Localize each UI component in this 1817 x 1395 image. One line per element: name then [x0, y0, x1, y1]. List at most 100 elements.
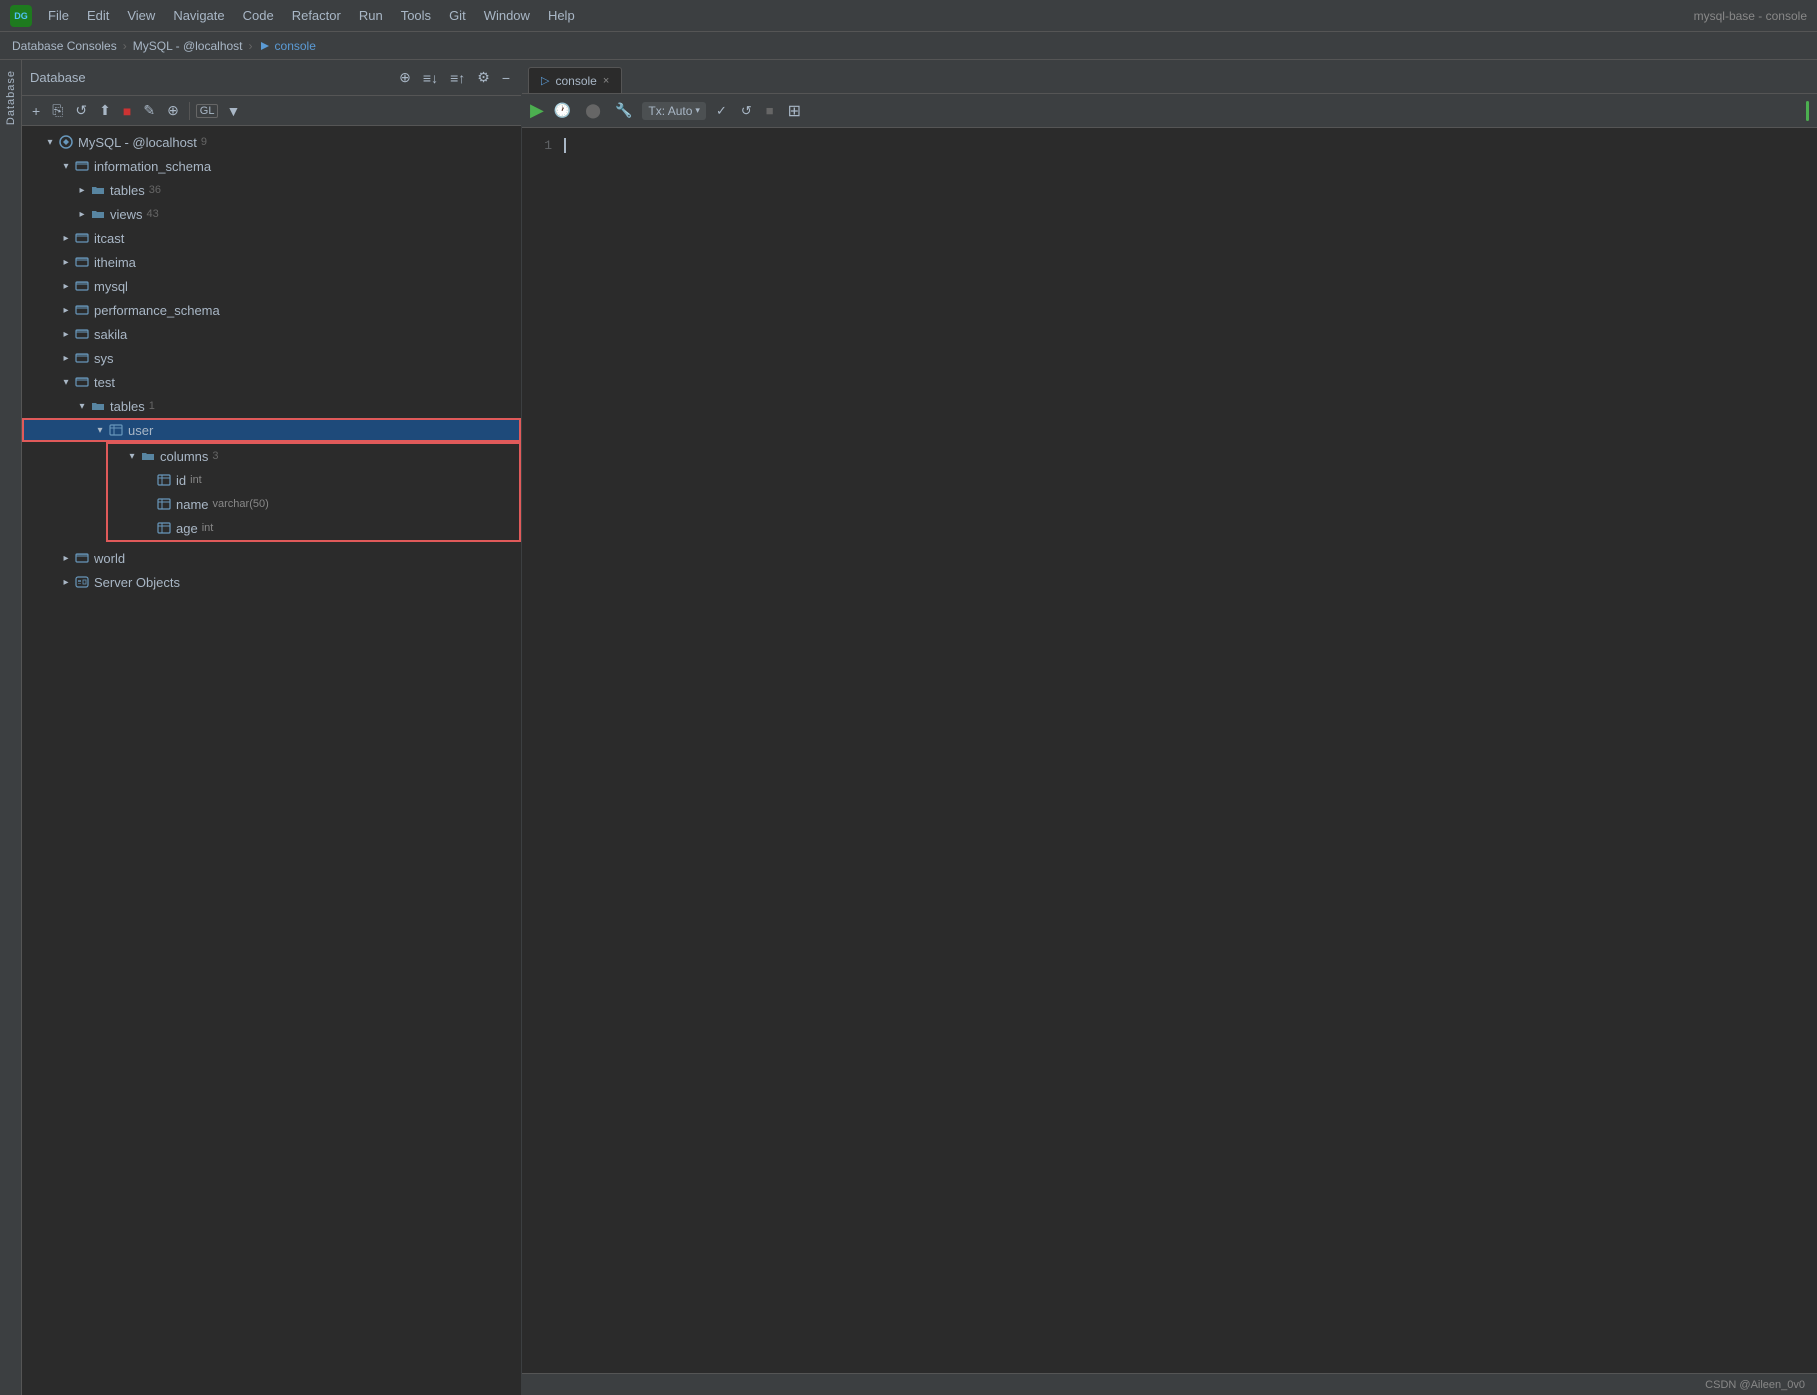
- breadcrumb-item-2[interactable]: MySQL - @localhost: [133, 39, 243, 53]
- link-btn[interactable]: ⊕: [163, 101, 183, 120]
- menu-edit[interactable]: Edit: [79, 6, 117, 25]
- menu-view[interactable]: View: [119, 6, 163, 25]
- menu-git[interactable]: Git: [441, 6, 474, 25]
- edit-btn[interactable]: ✎: [139, 101, 159, 120]
- tree-item-mysql[interactable]: mysql: [22, 274, 521, 298]
- run-button[interactable]: ▶: [530, 100, 544, 121]
- add-datasource-btn[interactable]: ⊕: [396, 68, 414, 87]
- database-tab-label: Database: [5, 70, 17, 125]
- expand-sys[interactable]: [58, 350, 74, 366]
- menu-run[interactable]: Run: [351, 6, 391, 25]
- filter-btn[interactable]: ▼: [222, 102, 244, 120]
- expand-sakila[interactable]: [58, 326, 74, 342]
- menu-navigate[interactable]: Navigate: [165, 6, 232, 25]
- menu-code[interactable]: Code: [235, 6, 282, 25]
- jump-to-btn[interactable]: ⬆: [95, 101, 115, 120]
- expand-mysql[interactable]: [58, 278, 74, 294]
- menu-window[interactable]: Window: [476, 6, 538, 25]
- expand-itcast[interactable]: [58, 230, 74, 246]
- expand-server-objects[interactable]: [58, 574, 74, 590]
- settings-btn[interactable]: ⚙: [474, 68, 493, 87]
- tree-item-itcast[interactable]: itcast: [22, 226, 521, 250]
- tree-item-sakila[interactable]: sakila: [22, 322, 521, 346]
- user-row-container: user 表: [22, 418, 521, 442]
- folder-icon-tables: [90, 182, 106, 198]
- tab-close-btn[interactable]: ×: [603, 75, 609, 87]
- tx-dropdown[interactable]: Tx: Auto ▾: [642, 102, 706, 120]
- collapse-all-btn[interactable]: ≡↓: [420, 69, 441, 87]
- db-icon-mysql: [74, 278, 90, 294]
- vertical-database-tab[interactable]: Database: [0, 60, 22, 1395]
- toolbar-sep: [189, 102, 190, 120]
- tree-item-col-id[interactable]: id int: [108, 468, 519, 492]
- tree-item-itheima[interactable]: itheima: [22, 250, 521, 274]
- expand-performance[interactable]: [58, 302, 74, 318]
- folder-icon-test-tables: [90, 398, 106, 414]
- panel-actions: ⊕ ≡↓ ≡↑ ⚙ −: [396, 68, 513, 87]
- sys-label: sys: [94, 351, 114, 366]
- db-icon-test: [74, 374, 90, 390]
- menu-tools[interactable]: Tools: [393, 6, 439, 25]
- title-bar: DG File Edit View Navigate Code Refactor…: [0, 0, 1817, 32]
- table-view-btn[interactable]: ⊞: [784, 99, 805, 123]
- code-editor[interactable]: 1: [522, 128, 1817, 1395]
- tree-item-test-tables[interactable]: tables 1: [22, 394, 521, 418]
- menu-file[interactable]: File: [40, 6, 77, 25]
- expand-mysql-root[interactable]: [42, 134, 58, 150]
- clock-btn[interactable]: 🕐: [550, 100, 575, 121]
- expand-info-schema[interactable]: [58, 158, 74, 174]
- stop-query-btn[interactable]: ⬤: [581, 100, 605, 121]
- console-icon: [259, 40, 271, 52]
- col-age-type: int: [202, 522, 214, 534]
- cancel-btn[interactable]: ■: [762, 101, 778, 120]
- wrench-btn[interactable]: 🔧: [611, 100, 636, 121]
- expand-columns[interactable]: [124, 448, 140, 464]
- new-query-btn[interactable]: +: [28, 102, 44, 120]
- expand-user[interactable]: [92, 422, 108, 438]
- tree-item-col-name[interactable]: name varchar(50): [108, 492, 519, 516]
- mysql-root-count: 9: [201, 136, 207, 148]
- tree-item-server-objects[interactable]: Server Objects: [22, 570, 521, 594]
- expand-test-tables[interactable]: [74, 398, 90, 414]
- tree-item-columns[interactable]: columns 3: [108, 444, 519, 468]
- col-name-label: name: [176, 497, 209, 512]
- info-schema-label: information_schema: [94, 159, 211, 174]
- tree-item-info-tables[interactable]: tables 36: [22, 178, 521, 202]
- column-icon-id: [156, 472, 172, 488]
- copy-btn[interactable]: ⎘: [48, 101, 67, 120]
- expand-info-views[interactable]: [74, 206, 90, 222]
- console-tab[interactable]: ▷ console ×: [528, 67, 622, 93]
- expand-all-btn[interactable]: ≡↑: [447, 69, 468, 87]
- commit-btn[interactable]: ✓: [712, 101, 731, 121]
- expand-test[interactable]: [58, 374, 74, 390]
- revert-btn[interactable]: ↺: [737, 101, 756, 121]
- breadcrumb-item-1[interactable]: Database Consoles: [12, 39, 117, 53]
- world-label: world: [94, 551, 125, 566]
- refresh-btn[interactable]: ↺: [71, 101, 91, 120]
- editor-panel: ▷ console × ▶ 🕐 ⬤ 🔧 Tx: Auto ▾ ✓ ↺ ■ ⊞: [522, 60, 1817, 1395]
- code-content[interactable]: [564, 138, 1807, 1385]
- stop-btn[interactable]: ■: [119, 102, 135, 120]
- tree-item-performance-schema[interactable]: performance_schema: [22, 298, 521, 322]
- gl-btn[interactable]: GL: [196, 104, 219, 118]
- tree-item-test[interactable]: test: [22, 370, 521, 394]
- window-title: mysql-base - console: [1694, 9, 1807, 23]
- tree-item-information-schema[interactable]: information_schema: [22, 154, 521, 178]
- tree-item-info-views[interactable]: views 43: [22, 202, 521, 226]
- expand-world[interactable]: [58, 550, 74, 566]
- editor-indicator: [1806, 101, 1809, 121]
- tree-item-sys[interactable]: sys: [22, 346, 521, 370]
- expand-itheima[interactable]: [58, 254, 74, 270]
- tree-item-col-age[interactable]: age int: [108, 516, 519, 540]
- itcast-label: itcast: [94, 231, 124, 246]
- tree-item-user[interactable]: user: [22, 418, 521, 442]
- expand-info-tables[interactable]: [74, 182, 90, 198]
- menu-help[interactable]: Help: [540, 6, 583, 25]
- tree-item-mysql-root[interactable]: MySQL - @localhost 9: [22, 130, 521, 154]
- close-panel-btn[interactable]: −: [499, 69, 513, 87]
- breadcrumb-item-3[interactable]: console: [259, 39, 316, 53]
- tree-container[interactable]: MySQL - @localhost 9 information_schema …: [22, 126, 521, 1395]
- menu-refactor[interactable]: Refactor: [284, 6, 349, 25]
- tree-item-world[interactable]: world: [22, 546, 521, 570]
- credit-text: CSDN @Aileen_0v0: [1705, 1379, 1805, 1391]
